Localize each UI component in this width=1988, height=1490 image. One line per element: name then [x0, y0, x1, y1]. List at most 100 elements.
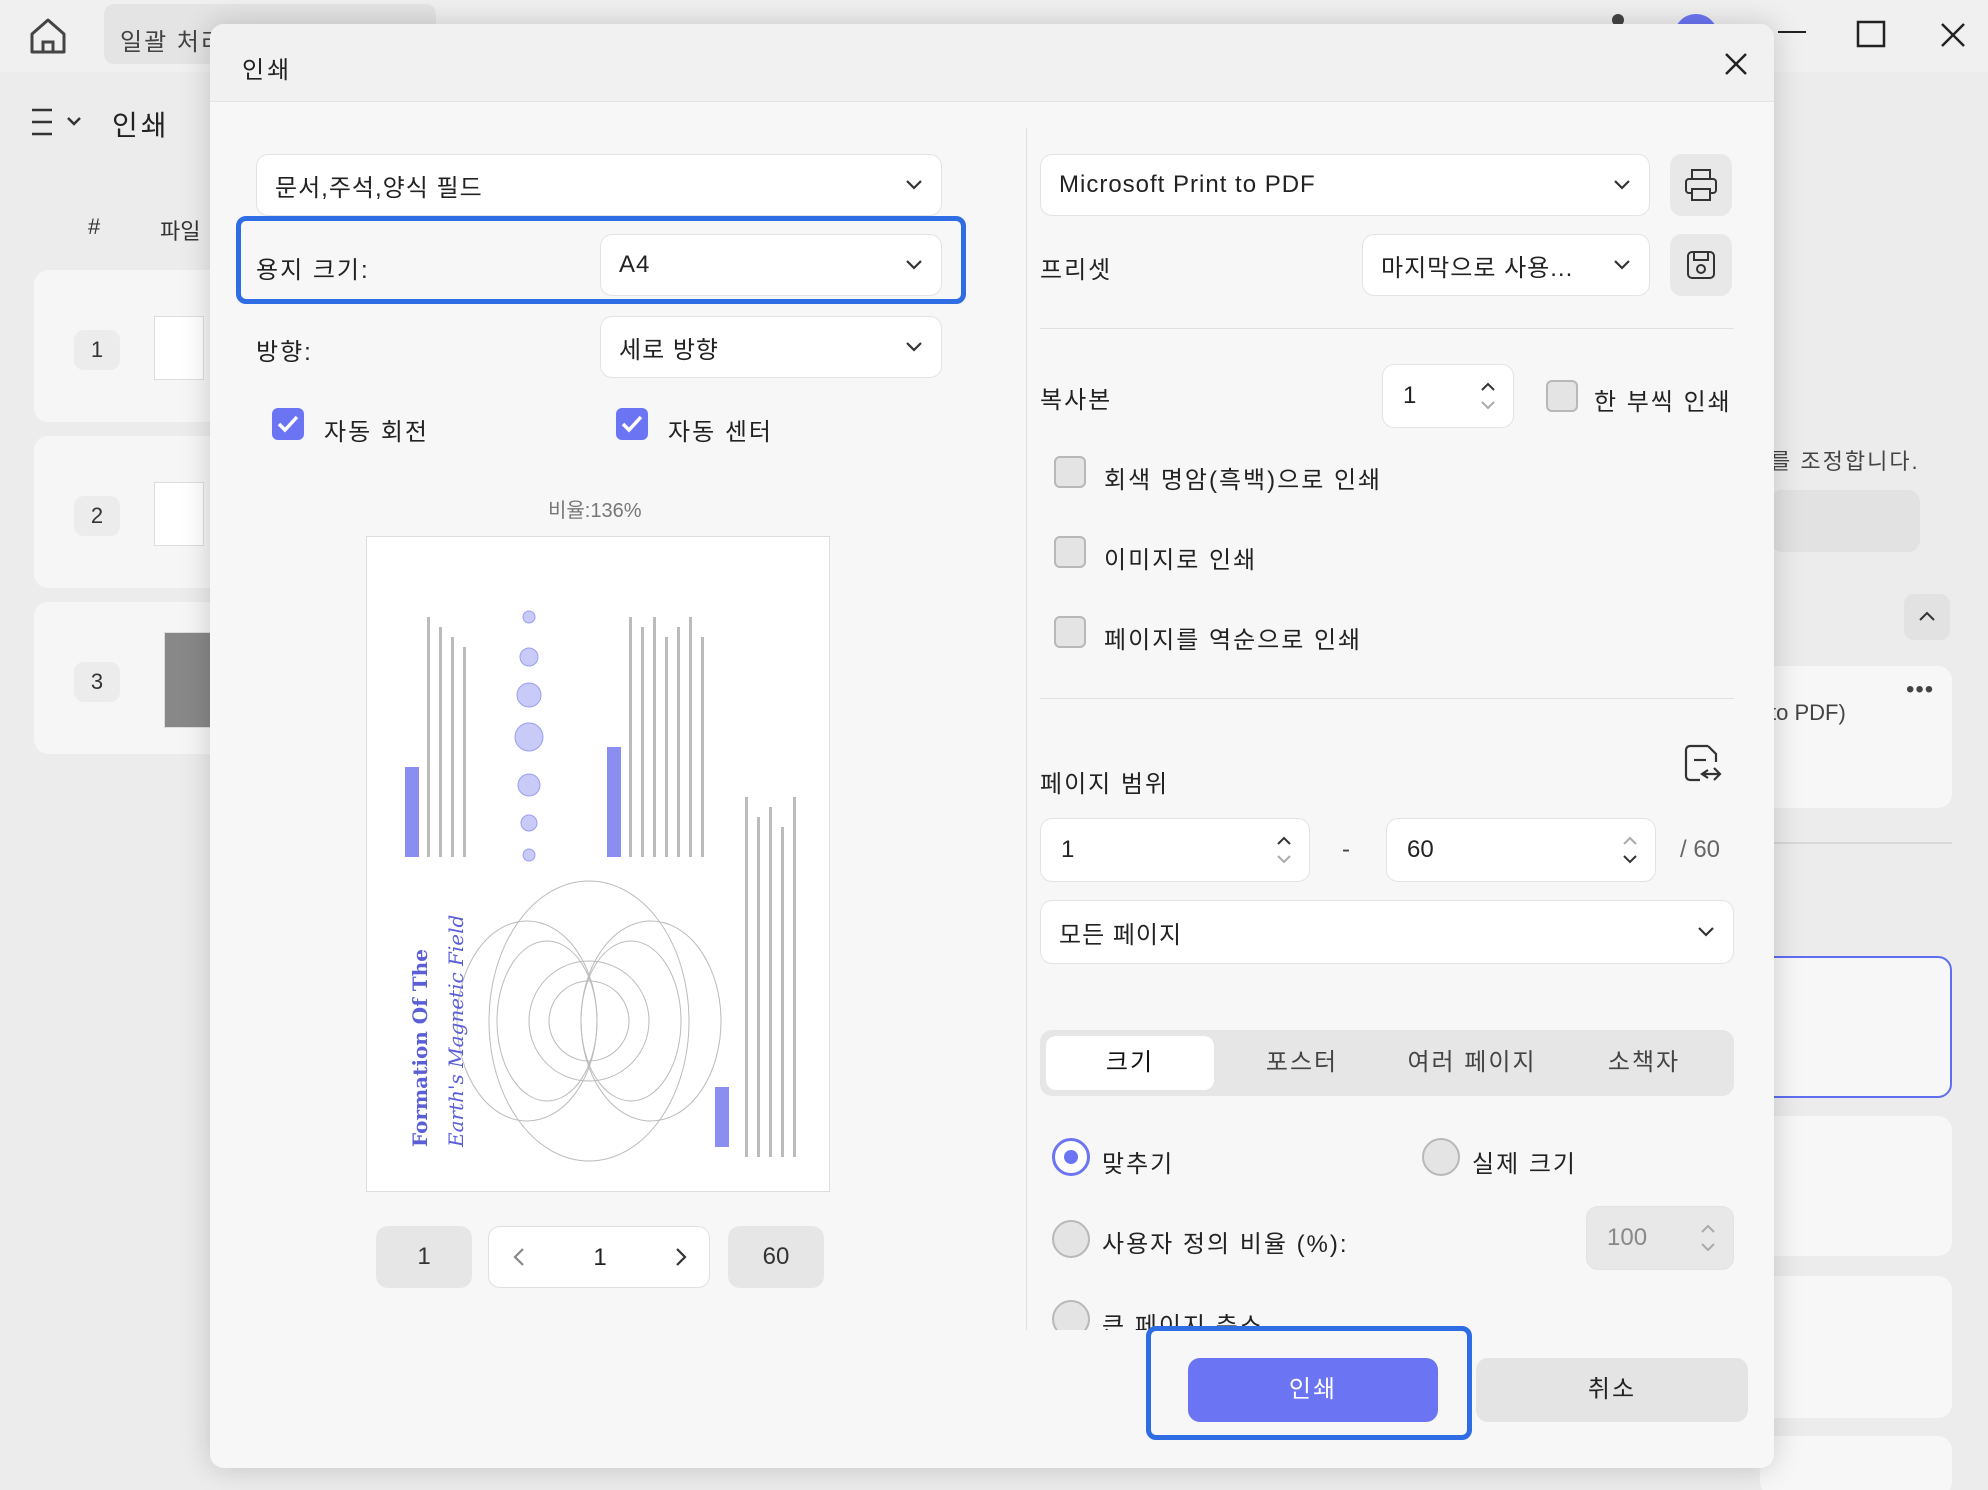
chevron-down-icon [1698, 927, 1714, 937]
right-card[interactable] [1760, 1276, 1952, 1418]
col-file: 파일 [160, 219, 201, 244]
tab-multiple-pages[interactable]: 여러 페이지 [1388, 1036, 1556, 1090]
divider [1040, 698, 1734, 699]
right-card[interactable] [1760, 1116, 1952, 1256]
home-icon[interactable] [24, 12, 72, 60]
page-navigator: 1 [488, 1226, 710, 1288]
chevron-down-icon [906, 180, 922, 190]
cancel-button[interactable]: 취소 [1476, 1358, 1748, 1422]
paper-size-label: 용지 크기: [256, 257, 370, 284]
save-preset-button[interactable] [1670, 234, 1732, 296]
reverse-order-label: 페이지를 역순으로 인쇄 [1104, 627, 1363, 654]
divider [1760, 842, 1952, 844]
auto-center-label: 자동 센터 [668, 419, 773, 446]
right-card[interactable] [1760, 1436, 1952, 1490]
first-page-button[interactable]: 1 [376, 1226, 472, 1288]
file-row[interactable]: 3 [34, 602, 234, 754]
dialog-header: 인쇄 [210, 24, 1774, 102]
maximize-icon[interactable] [1848, 12, 1896, 60]
printer-value: Microsoft Print to PDF [1059, 171, 1316, 198]
page-preview: Formation Of The Earth's Magnetic Field [366, 536, 830, 1192]
page-range-mode-select[interactable]: 모든 페이지 [1040, 900, 1734, 964]
collate-label: 한 부씩 인쇄 [1594, 389, 1732, 416]
col-hash: # [88, 214, 101, 239]
actual-size-radio[interactable] [1422, 1138, 1460, 1176]
content-select[interactable]: 문서,주석,양식 필드 [256, 154, 942, 216]
file-row[interactable]: 1 [34, 270, 234, 422]
chevron-right-icon[interactable] [665, 1241, 697, 1273]
range-to-value: 60 [1407, 836, 1434, 863]
collapse-button[interactable] [1904, 594, 1950, 640]
minimize-icon[interactable] [1776, 12, 1824, 60]
chevron-left-icon[interactable] [503, 1241, 535, 1273]
right-card[interactable] [1760, 956, 1952, 1098]
menu-icon[interactable] [30, 104, 86, 140]
custom-ratio-value: 100 [1607, 1224, 1648, 1251]
stepper-arrows-icon[interactable] [1275, 832, 1293, 868]
save-icon [1687, 251, 1715, 279]
range-total: / 60 [1680, 836, 1721, 863]
print-as-image-checkbox[interactable] [1054, 536, 1086, 568]
grayscale-checkbox[interactable] [1054, 456, 1086, 488]
printer-select[interactable]: Microsoft Print to PDF [1040, 154, 1650, 216]
preset-select[interactable]: 마지막으로 사용... [1362, 234, 1650, 296]
orientation-select[interactable]: 세로 방향 [600, 316, 942, 378]
copies-label: 복사본 [1040, 387, 1113, 414]
tab-size[interactable]: 크기 [1046, 1036, 1214, 1090]
chevron-down-icon [1614, 260, 1630, 270]
stepper-arrows-icon[interactable] [1621, 832, 1639, 868]
tab-booklet[interactable]: 소책자 [1560, 1036, 1728, 1090]
check-icon [621, 415, 643, 433]
printer-properties-button[interactable] [1670, 154, 1732, 216]
auto-center-checkbox[interactable] [616, 408, 648, 440]
fit-radio[interactable] [1052, 1138, 1090, 1176]
paper-size-value: A4 [619, 251, 651, 278]
fit-label: 맞추기 [1102, 1151, 1175, 1178]
stepper-arrows-icon[interactable] [1699, 1220, 1717, 1256]
right-panel-bar[interactable] [1770, 490, 1920, 552]
more-icon[interactable]: ••• [1906, 676, 1934, 704]
collate-checkbox[interactable] [1546, 380, 1578, 412]
file-row[interactable]: 2 [34, 436, 234, 588]
close-icon[interactable] [1716, 44, 1756, 84]
size-mode-tabs: 크기 포스터 여러 페이지 소책자 [1040, 1030, 1734, 1096]
svg-text:Earth's Magnetic Field: Earth's Magnetic Field [444, 915, 468, 1148]
chevron-down-icon [906, 342, 922, 352]
last-page-button[interactable]: 60 [728, 1226, 824, 1288]
row-number: 2 [74, 496, 120, 536]
range-from-stepper[interactable]: 1 [1040, 818, 1310, 882]
file-thumbnail [154, 316, 204, 380]
page-range-mode-value: 모든 페이지 [1059, 921, 1183, 949]
page-range-swap-icon[interactable] [1678, 740, 1726, 788]
row-number: 3 [74, 662, 120, 702]
custom-ratio-stepper[interactable]: 100 [1586, 1206, 1734, 1270]
range-to-stepper[interactable]: 60 [1386, 818, 1656, 882]
auto-rotate-checkbox[interactable] [272, 408, 304, 440]
stepper-arrows-icon[interactable] [1479, 378, 1497, 414]
reverse-order-checkbox[interactable] [1054, 616, 1086, 648]
tab-poster[interactable]: 포스터 [1218, 1036, 1386, 1090]
print-button[interactable]: 인쇄 [1188, 1358, 1438, 1422]
chevron-down-icon [906, 260, 922, 270]
print-as-image-label: 이미지로 인쇄 [1104, 547, 1258, 574]
paper-size-select[interactable]: A4 [600, 234, 942, 296]
actual-size-label: 실제 크기 [1472, 1151, 1577, 1178]
preset-label: 프리셋 [1040, 257, 1113, 284]
chevron-down-icon [1614, 180, 1630, 190]
divider [1040, 328, 1734, 329]
panel-divider [1026, 128, 1027, 1408]
page-title: 인쇄 [112, 110, 170, 141]
copies-stepper[interactable]: 1 [1382, 364, 1514, 428]
page-range-label: 페이지 범위 [1040, 771, 1170, 798]
preset-value: 마지막으로 사용... [1381, 254, 1574, 282]
row-number: 1 [74, 330, 120, 370]
window-close-icon[interactable] [1930, 12, 1978, 60]
custom-ratio-radio[interactable] [1052, 1220, 1090, 1258]
dialog-title: 인쇄 [242, 57, 293, 84]
right-panel-text: 를 조정합니다. [1770, 449, 1920, 474]
printer-icon [1685, 169, 1717, 201]
range-from-value: 1 [1061, 836, 1075, 863]
file-thumbnail [164, 632, 214, 728]
svg-text:Formation Of The: Formation Of The [408, 949, 432, 1147]
copies-value: 1 [1403, 382, 1417, 409]
